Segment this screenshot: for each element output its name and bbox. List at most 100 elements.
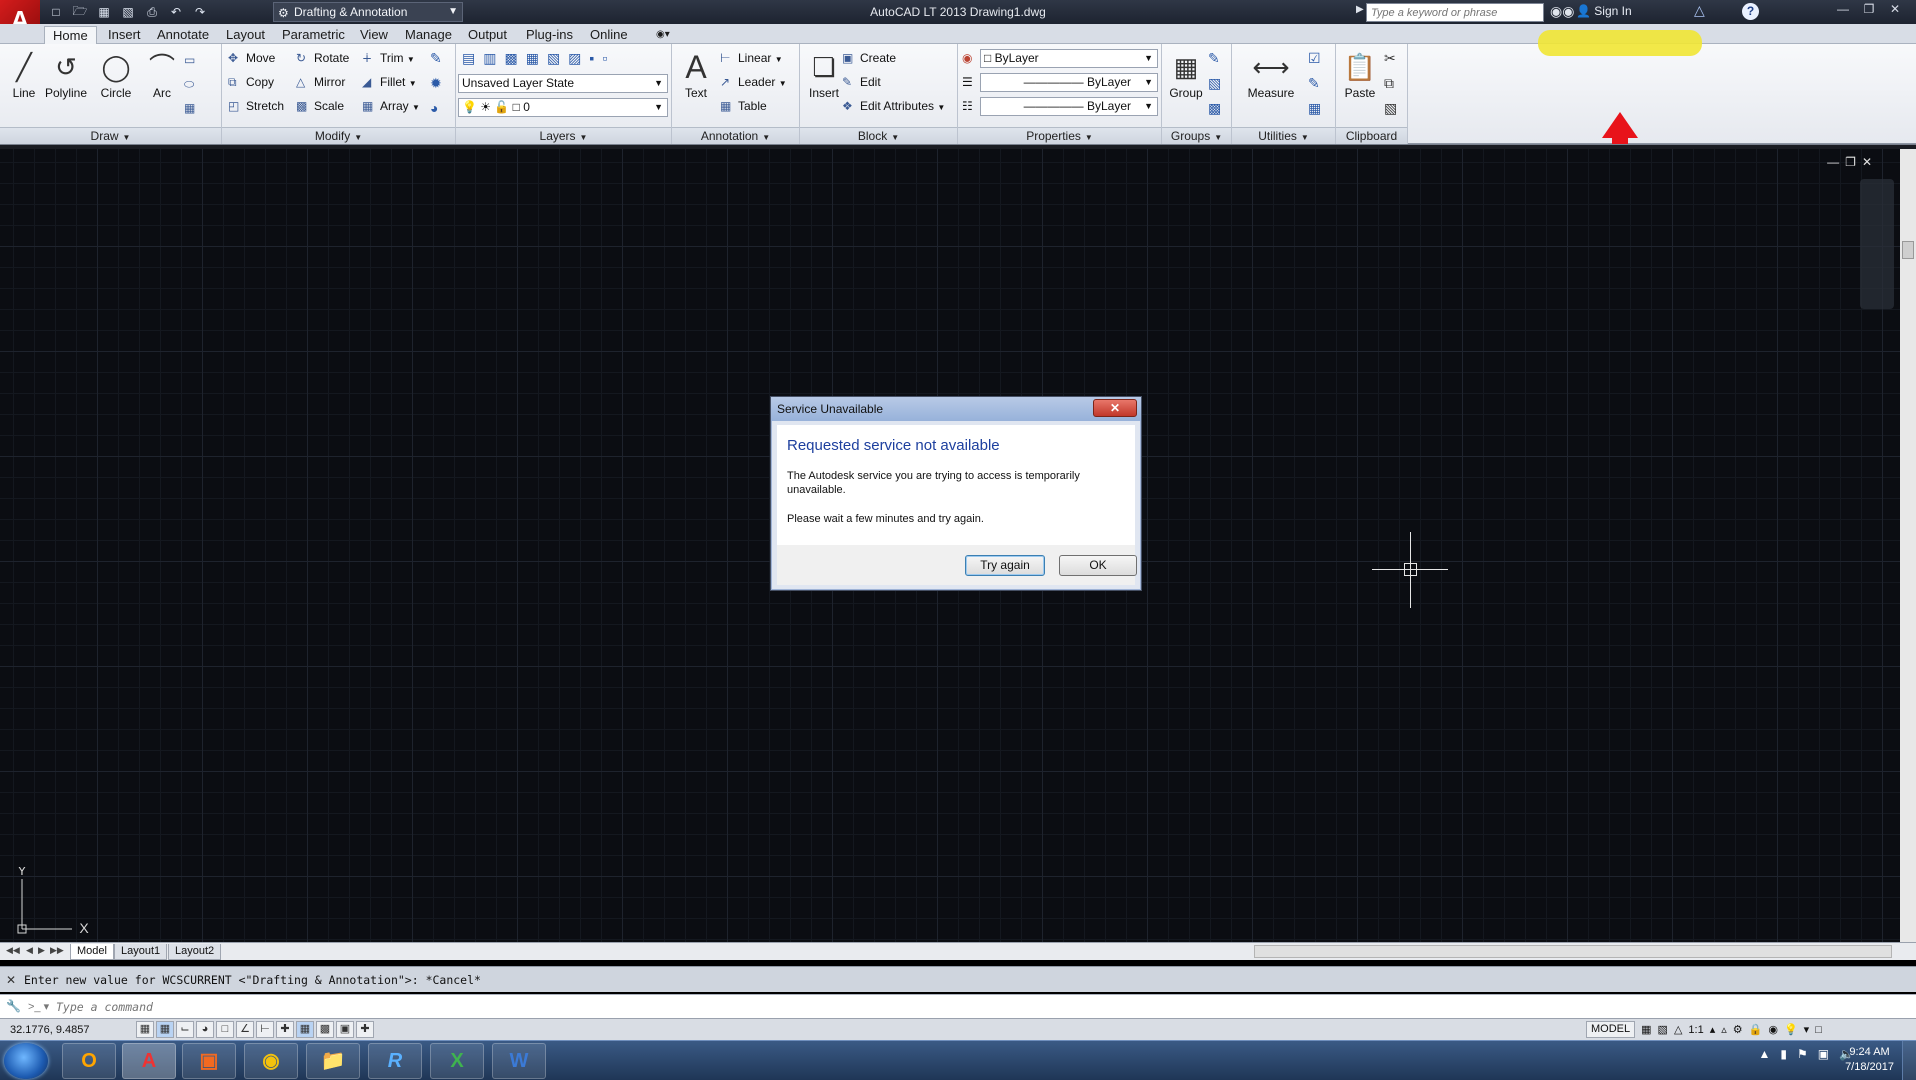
groups-panel-title[interactable]: Groups ▼ (1162, 127, 1231, 144)
vertical-scrollbar[interactable] (1900, 149, 1916, 942)
start-button[interactable] (4, 1043, 48, 1079)
group-edit-icon[interactable]: ▧ (1208, 75, 1221, 92)
tab-plug-ins[interactable]: Plug-ins (518, 26, 581, 44)
block-panel-title[interactable]: Block ▼ (800, 127, 957, 144)
help-icon[interactable]: ? (1742, 3, 1759, 20)
first-layout-icon[interactable]: ◀◀ (6, 945, 20, 956)
viewport-restore-icon[interactable]: ❐ (1845, 155, 1856, 169)
hatch-button[interactable]: ▦ (184, 98, 202, 118)
snap-tracking-icon[interactable]: ∠ (236, 1021, 254, 1038)
trim-button[interactable]: ∔ Trim ▼ (362, 48, 415, 68)
close-command-line-icon[interactable]: ✕ (6, 973, 16, 987)
line-button[interactable]: ╱ Line (2, 48, 46, 100)
show-desktop-button[interactable] (1902, 1041, 1916, 1080)
paste-button[interactable]: 📋 Paste (1338, 48, 1382, 100)
table-button[interactable]: ▦ Table (720, 96, 767, 116)
scale-button[interactable]: ▩ Scale (296, 96, 344, 116)
draw-panel-title[interactable]: Draw ▼ (0, 127, 221, 144)
polyline-button[interactable]: ↺ Polyline (44, 48, 88, 100)
power-icon[interactable]: ▣ (1818, 1047, 1829, 1061)
save-icon[interactable]: ▦ (94, 3, 114, 21)
array-button[interactable]: ▦ Array ▼ (362, 96, 420, 116)
layer-walk-icon[interactable]: ▪ (589, 50, 594, 67)
grid-display-icon[interactable]: ▦ (156, 1021, 174, 1038)
layer-dropdown[interactable]: 💡 ☀ 🔓 □ 0 ▼ (458, 98, 668, 117)
annotation-panel-title[interactable]: Annotation ▼ (672, 127, 799, 144)
sign-in-button[interactable]: 👤 Sign In (1576, 4, 1632, 18)
annotation-scale-value[interactable]: 1:1 (1688, 1024, 1703, 1036)
snap-mode-icon[interactable]: ▦ (136, 1021, 154, 1038)
dynamic-ucs-icon[interactable]: ⊢ (256, 1021, 274, 1038)
search-expand-icon[interactable]: ▶ (1356, 4, 1364, 15)
search-input[interactable] (1366, 3, 1544, 22)
coordinates-readout[interactable]: 32.1776, 9.4857 (10, 1024, 90, 1036)
copy-button[interactable]: ⧉ Copy (228, 72, 274, 92)
cut-icon[interactable]: ✂ (1384, 50, 1397, 67)
chrome-taskbar-icon[interactable]: ◉ (244, 1043, 298, 1079)
copy-link-icon[interactable]: ▧ (1384, 100, 1397, 117)
rectangle-button[interactable]: ▭ (184, 50, 202, 70)
linear-button[interactable]: ⊢ Linear ▼ (720, 48, 783, 68)
fillet-button[interactable]: ◢ Fillet ▼ (362, 72, 417, 92)
action-center-icon[interactable]: ⚑ (1797, 1047, 1808, 1061)
exchange-icon[interactable]: △ (1694, 2, 1705, 19)
command-input[interactable] (56, 998, 856, 1016)
model-space-button[interactable]: MODEL (1586, 1021, 1636, 1038)
restore-icon[interactable]: ❐ (1856, 0, 1882, 18)
excel-taskbar-icon[interactable]: X (430, 1043, 484, 1079)
layer-off-icon[interactable]: ▩ (504, 50, 517, 67)
dynamic-input-icon[interactable]: ✚ (276, 1021, 294, 1038)
lineweight-dropdown[interactable]: ————— ByLayer ▼ (980, 73, 1158, 92)
ellipse-button[interactable]: ⬭ (184, 74, 202, 94)
erase-icon[interactable]: ✎ (430, 50, 442, 67)
ok-button[interactable]: OK (1059, 555, 1137, 576)
prev-layout-icon[interactable]: ◀ (26, 945, 33, 956)
command-prompt-icon[interactable]: >_ ▾ (28, 1000, 49, 1013)
dialog-close-button[interactable]: ✕ (1093, 399, 1137, 417)
lock-ui-icon[interactable]: 🔒 (1749, 1023, 1763, 1036)
tab-layout[interactable]: Layout (218, 26, 273, 44)
clipboard-panel-title[interactable]: Clipboard (1336, 127, 1407, 144)
minimize-icon[interactable]: — (1830, 0, 1856, 18)
hardware-acceleration-icon[interactable]: ◉ (1768, 1023, 1778, 1036)
ungroup-icon[interactable]: ✎ (1208, 50, 1221, 67)
workspace-selector[interactable]: ⚙ Drafting & Annotation ▼ (273, 2, 463, 22)
tab-layout1[interactable]: Layout1 (114, 944, 168, 960)
annotation-visibility-icon[interactable]: ▴ (1710, 1023, 1716, 1036)
print-icon[interactable]: ⎙ (142, 3, 162, 21)
match-properties-icon[interactable]: ◉ (962, 48, 980, 68)
tab-manage[interactable]: Manage (397, 26, 460, 44)
network-icon[interactable]: ▮ (1780, 1047, 1787, 1061)
quick-view-layouts-icon[interactable]: ▦ (1641, 1023, 1651, 1036)
binoculars-icon[interactable]: ◉◉ (1550, 3, 1574, 20)
tab-insert[interactable]: Insert (100, 26, 149, 44)
tab-overflow-icon[interactable]: ◉▾ (648, 26, 678, 44)
stretch-button[interactable]: ◰ Stretch (228, 96, 284, 116)
select-similar-icon[interactable]: ✎ (1308, 75, 1321, 92)
last-layout-icon[interactable]: ▶▶ (50, 945, 64, 956)
layer-match-icon[interactable]: ▧ (547, 50, 560, 67)
clean-screen-icon[interactable]: □ (1815, 1024, 1822, 1036)
utilities-panel-title[interactable]: Utilities ▼ (1232, 127, 1335, 144)
offset-icon[interactable]: ◕ (430, 100, 442, 116)
quick-select-icon[interactable]: ☑ (1308, 50, 1321, 67)
lineweight-toggle-icon[interactable]: ▦ (296, 1021, 314, 1038)
explode-icon[interactable]: ✹ (430, 75, 442, 92)
mirror-button[interactable]: △ Mirror (296, 72, 345, 92)
properties-panel-title[interactable]: Properties ▼ (958, 127, 1161, 144)
media-app-taskbar-icon[interactable]: ▣ (182, 1043, 236, 1079)
word-taskbar-icon[interactable]: W (492, 1043, 546, 1079)
layer-lock-icon[interactable]: ▫ (602, 50, 607, 67)
object-snap-icon[interactable]: □ (216, 1021, 234, 1038)
viewport-close-icon[interactable]: ✕ (1862, 155, 1872, 169)
quick-view-drawings-icon[interactable]: ▧ (1658, 1023, 1668, 1036)
navigation-bar[interactable] (1860, 179, 1894, 309)
linetype-dropdown[interactable]: ————— ByLayer ▼ (980, 97, 1158, 116)
system-clock[interactable]: 9:24 AM 7/18/2017 (1845, 1045, 1894, 1075)
move-button[interactable]: ✥ Move (228, 48, 275, 68)
edit-block-button[interactable]: ✎ Edit (842, 72, 881, 92)
calculator-icon[interactable]: ▦ (1308, 100, 1321, 117)
layer-isolate-icon[interactable]: ▥ (483, 50, 496, 67)
next-layout-icon[interactable]: ▶ (38, 945, 45, 956)
viewport-minimize-icon[interactable]: — (1827, 155, 1839, 169)
